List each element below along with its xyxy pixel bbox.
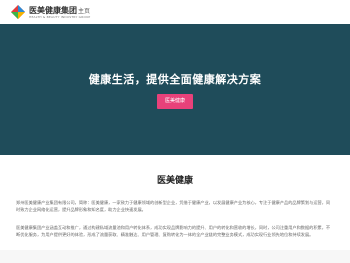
hero-title: 健康生活，提供全面健康解决方案 bbox=[88, 73, 262, 86]
hero-cta-button[interactable]: 医美健康 bbox=[157, 94, 193, 109]
logo-icon bbox=[10, 4, 26, 20]
nav-home-link[interactable]: 主页 bbox=[78, 7, 90, 16]
hero-banner: 健康生活，提供全面健康解决方案 医美健康 bbox=[0, 24, 350, 155]
about-section-title: 医美健康 bbox=[156, 176, 193, 186]
top-header: 医美健康集团 HEALTH & BEAUTY INDUSTRY GROUP 主页 bbox=[0, 0, 350, 24]
about-paragraph-2: 医美健康集团产业涵盖互动和推广，通过构建私域流量池和用户转化体系，成功实现品牌影… bbox=[16, 225, 331, 237]
page-bottom-area bbox=[0, 250, 350, 263]
about-paragraph-1: 郑州医美健康产业集团有限公司，简称：医美健康，一家致力于健康领域的创新型企业，凭… bbox=[16, 200, 331, 212]
